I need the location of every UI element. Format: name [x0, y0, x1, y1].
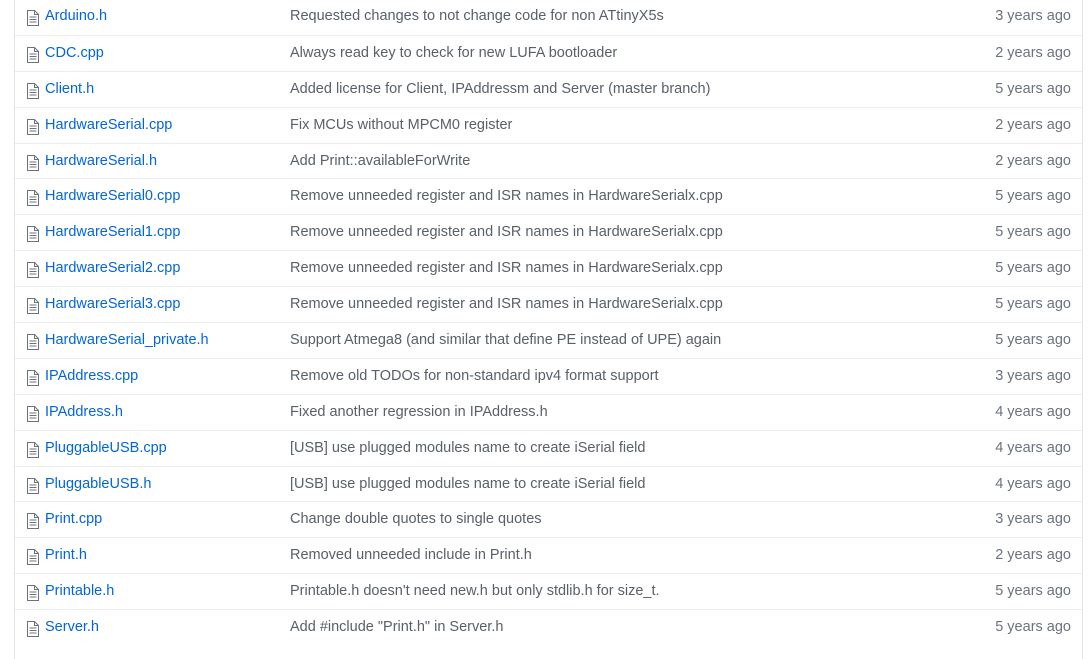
- table-row: Print.h Removed unneeded include in Print…: [15, 537, 1082, 573]
- file-name-link[interactable]: IPAddress.cpp: [45, 359, 138, 394]
- file-name-link[interactable]: HardwareSerial_private.h: [45, 323, 209, 358]
- commit-message-link[interactable]: Add #include "Print.h" in Server.h: [290, 610, 503, 645]
- table-row: Print.cpp Change double quotes to single …: [15, 501, 1082, 537]
- commit-age: 5 years ago: [995, 332, 1071, 349]
- file-name-link[interactable]: Printable.h: [45, 574, 114, 609]
- file-name-link[interactable]: HardwareSerial0.cpp: [45, 179, 180, 214]
- file-icon: [26, 585, 40, 602]
- file-name-link[interactable]: HardwareSerial2.cpp: [45, 251, 180, 286]
- table-row: IPAddress.cpp Remove old TODOs for non-st…: [15, 357, 1082, 394]
- table-row: HardwareSerial.cpp Fix MCUs without MPCM0…: [15, 106, 1082, 143]
- table-row: HardwareSerial.h Add Print::availableForW…: [15, 142, 1082, 179]
- commit-age: 5 years ago: [995, 619, 1071, 636]
- commit-message-link[interactable]: Removed unneeded include in Print.h: [290, 538, 532, 573]
- commit-message-link[interactable]: Add Print::availableForWrite: [290, 144, 470, 179]
- file-icon: [26, 190, 40, 207]
- commit-message-link[interactable]: Requested changes to not change code for…: [290, 0, 664, 34]
- file-icon: [26, 82, 40, 99]
- file-name-link[interactable]: PluggableUSB.cpp: [45, 431, 167, 466]
- file-name-link[interactable]: Client.h: [45, 72, 94, 107]
- commit-age: 2 years ago: [995, 152, 1071, 169]
- commit-age: 2 years ago: [995, 44, 1071, 61]
- commit-age: 2 years ago: [995, 116, 1071, 133]
- file-icon: [26, 405, 40, 422]
- file-name-link[interactable]: Print.cpp: [45, 502, 102, 537]
- file-icon: [26, 10, 40, 26]
- table-row: PluggableUSB.cpp [USB] use plugged module…: [15, 429, 1082, 466]
- commit-age: 4 years ago: [995, 475, 1071, 492]
- commit-age: 5 years ago: [995, 224, 1071, 241]
- file-name-link[interactable]: IPAddress.h: [45, 395, 123, 430]
- file-icon: [26, 118, 40, 135]
- commit-message-link[interactable]: Fix MCUs without MPCM0 register: [290, 108, 512, 143]
- table-row: HardwareSerial3.cpp Remove unneeded regis…: [15, 286, 1082, 322]
- commit-age: 3 years ago: [995, 511, 1071, 528]
- file-icon: [26, 621, 40, 638]
- commit-age: 4 years ago: [995, 403, 1071, 420]
- file-icon: [26, 549, 40, 566]
- table-row: Client.h Added license for Client, IPAddr…: [15, 70, 1082, 107]
- commit-message-link[interactable]: Support Atmega8 (and similar that define…: [290, 323, 721, 358]
- file-name-link[interactable]: CDC.cpp: [45, 36, 104, 71]
- file-icon: [26, 477, 40, 494]
- file-name-link[interactable]: HardwareSerial.cpp: [45, 108, 172, 143]
- commit-message-link[interactable]: Added license for Client, IPAddressm and…: [290, 72, 710, 107]
- file-name-link[interactable]: HardwareSerial1.cpp: [45, 215, 180, 250]
- table-row: HardwareSerial0.cpp Remove unneeded regis…: [15, 178, 1082, 214]
- table-row: Server.h Add #include "Print.h" in Server…: [15, 609, 1082, 645]
- table-row: Arduino.h Requested changes to not change…: [15, 0, 1082, 35]
- commit-message-link[interactable]: Change double quotes to single quotes: [290, 502, 542, 537]
- commit-age: 5 years ago: [995, 188, 1071, 205]
- file-icon: [26, 334, 40, 351]
- commit-age: 2 years ago: [995, 547, 1071, 564]
- commit-message-link[interactable]: Remove unneeded register and ISR names i…: [290, 215, 723, 250]
- commit-message-link[interactable]: Remove unneeded register and ISR names i…: [290, 179, 723, 214]
- commit-message-link[interactable]: Fixed another regression in IPAddress.h: [290, 395, 548, 430]
- table-row: IPAddress.h Fixed another regression in I…: [15, 393, 1082, 430]
- file-name-link[interactable]: PluggableUSB.h: [45, 467, 151, 502]
- file-list: Arduino.h Requested changes to not change…: [14, 0, 1083, 659]
- commit-age: 5 years ago: [995, 296, 1071, 313]
- file-name-link[interactable]: HardwareSerial.h: [45, 144, 157, 179]
- file-icon: [26, 46, 40, 63]
- table-row: HardwareSerial1.cpp Remove unneeded regis…: [15, 214, 1082, 250]
- file-name-link[interactable]: Print.h: [45, 538, 87, 573]
- file-icon: [26, 369, 40, 386]
- table-row: HardwareSerial_private.h Support Atmega8 …: [15, 322, 1082, 358]
- file-name-link[interactable]: Arduino.h: [45, 0, 107, 34]
- file-icon: [26, 226, 40, 243]
- commit-message-link[interactable]: Remove unneeded register and ISR names i…: [290, 251, 723, 286]
- commit-message-link[interactable]: Remove old TODOs for non-standard ipv4 f…: [290, 359, 659, 394]
- commit-age: 5 years ago: [995, 583, 1071, 600]
- file-name-link[interactable]: Server.h: [45, 610, 99, 645]
- file-name-link[interactable]: HardwareSerial3.cpp: [45, 287, 180, 322]
- commit-age: 4 years ago: [995, 439, 1071, 456]
- table-row: CDC.cpp Always read key to check for new …: [15, 34, 1082, 71]
- table-row: HardwareSerial2.cpp Remove unneeded regis…: [15, 250, 1082, 286]
- commit-message-link[interactable]: [USB] use plugged modules name to create…: [290, 467, 645, 502]
- file-icon: [26, 262, 40, 279]
- file-icon: [26, 154, 40, 171]
- table-row: Printable.h Printable.h doesn't need new.…: [15, 573, 1082, 609]
- commit-message-link[interactable]: Always read key to check for new LUFA bo…: [290, 36, 617, 71]
- commit-age: 3 years ago: [995, 8, 1071, 24]
- commit-age: 5 years ago: [995, 260, 1071, 277]
- commit-age: 5 years ago: [995, 80, 1071, 97]
- file-icon: [26, 441, 40, 458]
- commit-age: 3 years ago: [995, 367, 1071, 384]
- commit-message-link[interactable]: Printable.h doesn't need new.h but only …: [290, 574, 660, 609]
- file-icon: [26, 298, 40, 315]
- commit-message-link[interactable]: Remove unneeded register and ISR names i…: [290, 287, 723, 322]
- table-row: PluggableUSB.h [USB] use plugged modules …: [15, 465, 1082, 502]
- commit-message-link[interactable]: [USB] use plugged modules name to create…: [290, 431, 645, 466]
- file-icon: [26, 513, 40, 530]
